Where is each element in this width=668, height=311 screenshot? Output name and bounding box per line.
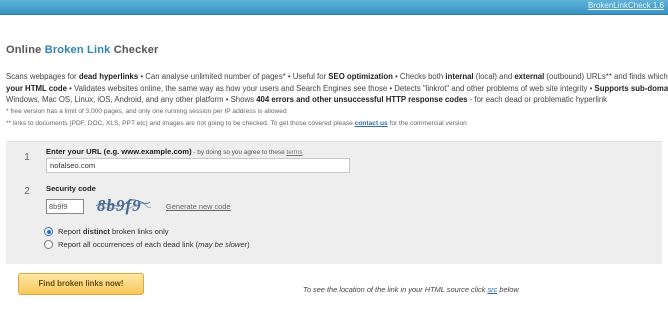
radio-all-row[interactable]: Report all occurrences of each dead link… bbox=[44, 240, 250, 249]
terms-link[interactable]: terms bbox=[286, 149, 302, 156]
contact-us-link[interactable]: contact us bbox=[355, 120, 388, 127]
page-content: Online Broken Link Checker Scans webpage… bbox=[6, 14, 668, 130]
checker-form-panel: 1 Enter your URL (e.g. www.example.com) … bbox=[6, 141, 662, 264]
source-hint: To see the location of the link in your … bbox=[303, 285, 519, 294]
security-code-input[interactable]: 8b9f9 bbox=[46, 199, 84, 214]
radio-distinct[interactable] bbox=[44, 227, 53, 236]
step-1-number: 1 bbox=[24, 152, 30, 163]
note-free-version: * free version has a limit of 3,000 page… bbox=[6, 107, 287, 115]
url-label: Enter your URL (e.g. www.example.com) - … bbox=[46, 147, 303, 156]
version-link[interactable]: BrokenLinkCheck 1.6 bbox=[588, 1, 664, 10]
radio-all[interactable] bbox=[44, 240, 53, 249]
url-input[interactable]: nofalseo.com bbox=[46, 158, 350, 173]
captcha-image: 8b9f9 bbox=[95, 196, 152, 215]
radio-all-label: Report all occurrences of each dead link… bbox=[58, 240, 250, 249]
note-documents: ** links to documents (PDF, DOC, XLS, PP… bbox=[6, 119, 467, 127]
find-broken-links-button[interactable]: Find broken links now! bbox=[18, 273, 144, 295]
intro-line-1: Scans webpages for dead hyperlinks • Can… bbox=[6, 72, 668, 81]
radio-distinct-label: Report distinct broken links only bbox=[58, 227, 169, 236]
security-code-label: Security code bbox=[46, 184, 96, 193]
page-title: Online Broken Link Checker bbox=[6, 44, 159, 56]
intro-line-3: Windows, Mac OS, Linux, iOS, Android, an… bbox=[6, 95, 608, 105]
page-title-highlight: Broken Link bbox=[44, 44, 111, 56]
step-2-number: 2 bbox=[24, 186, 30, 197]
generate-code-link[interactable]: Generate new code bbox=[166, 202, 231, 211]
intro-text: Scans webpages for dead hyperlinks • Can… bbox=[6, 71, 668, 106]
src-link[interactable]: src bbox=[487, 285, 497, 294]
radio-distinct-row[interactable]: Report distinct broken links only bbox=[44, 227, 169, 236]
intro-line-2: your HTML code • Validates websites onli… bbox=[6, 83, 668, 93]
captcha-text: 8b9f9 bbox=[97, 196, 142, 215]
top-bar: BrokenLinkCheck 1.6 bbox=[0, 0, 668, 15]
